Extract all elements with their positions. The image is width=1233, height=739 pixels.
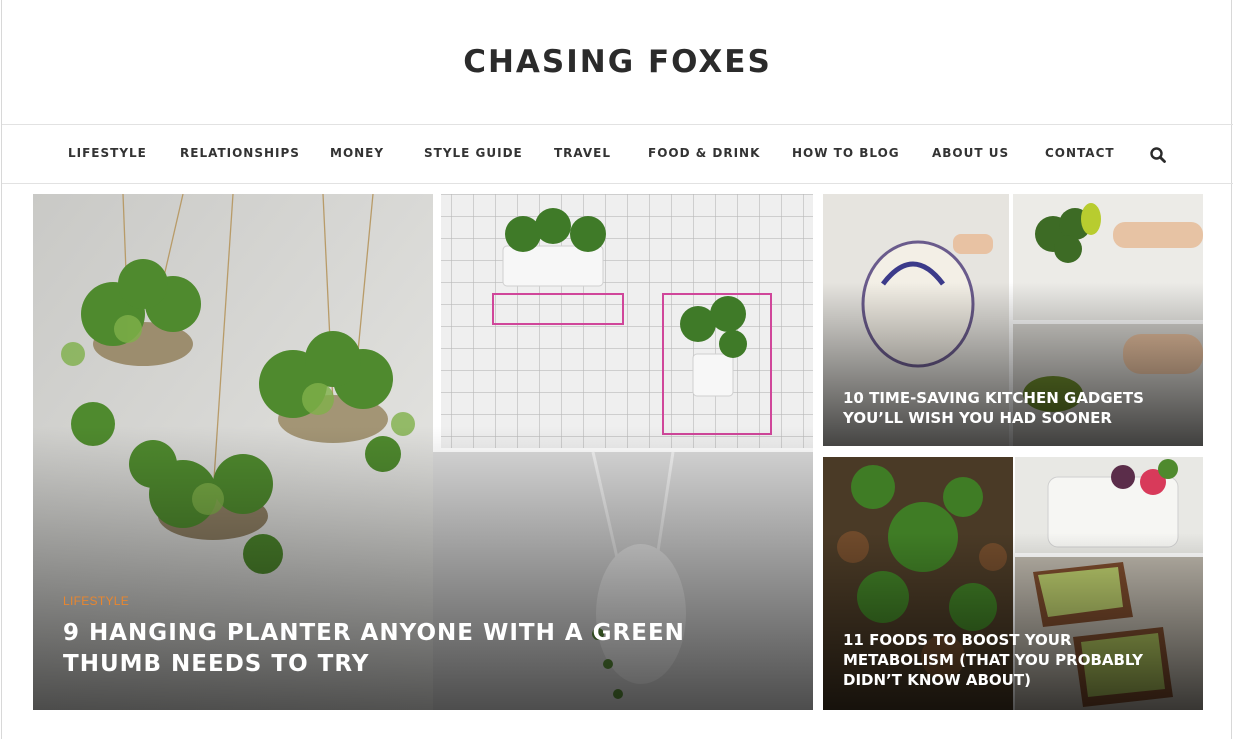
search-icon[interactable] [1149,146,1167,164]
nav-item-money[interactable]: MONEY [330,146,384,160]
featured-side-title-2[interactable]: 11 FOODS TO BOOST YOUR METABOLISM (THAT … [843,630,1163,690]
featured-side-card-2[interactable]: 11 FOODS TO BOOST YOUR METABOLISM (THAT … [823,457,1203,710]
nav-item-travel[interactable]: TRAVEL [554,146,611,160]
featured-main-title[interactable]: 9 HANGING PLANTER ANYONE WITH A GREEN TH… [63,618,703,680]
nav-item-about-us[interactable]: ABOUT US [932,146,1009,160]
nav-item-relationships[interactable]: RELATIONSHIPS [180,146,300,160]
nav-item-lifestyle[interactable]: LIFESTYLE [68,146,147,160]
category-label[interactable]: LIFESTYLE [63,594,129,608]
featured-main-card[interactable]: LIFESTYLE 9 HANGING PLANTER ANYONE WITH … [33,194,813,710]
featured-side-title-1[interactable]: 10 TIME-SAVING KITCHEN GADGETS YOU’LL WI… [843,388,1163,428]
nav-item-style-guide[interactable]: STYLE GUIDE [424,146,523,160]
site-header: CHASING FOXES [2,0,1233,124]
nav-item-how-to-blog[interactable]: HOW TO BLOG [792,146,900,160]
nav-item-contact[interactable]: CONTACT [1045,146,1115,160]
page-frame: CHASING FOXES LIFESTYLE RELATIONSHIPS MO… [1,0,1233,739]
nav-item-food-drink[interactable]: FOOD & DRINK [648,146,760,160]
featured-side-card-1[interactable]: 10 TIME-SAVING KITCHEN GADGETS YOU’LL WI… [823,194,1203,446]
main-nav: LIFESTYLE RELATIONSHIPS MONEY STYLE GUID… [2,124,1233,184]
site-logo[interactable]: CHASING FOXES [463,44,772,80]
